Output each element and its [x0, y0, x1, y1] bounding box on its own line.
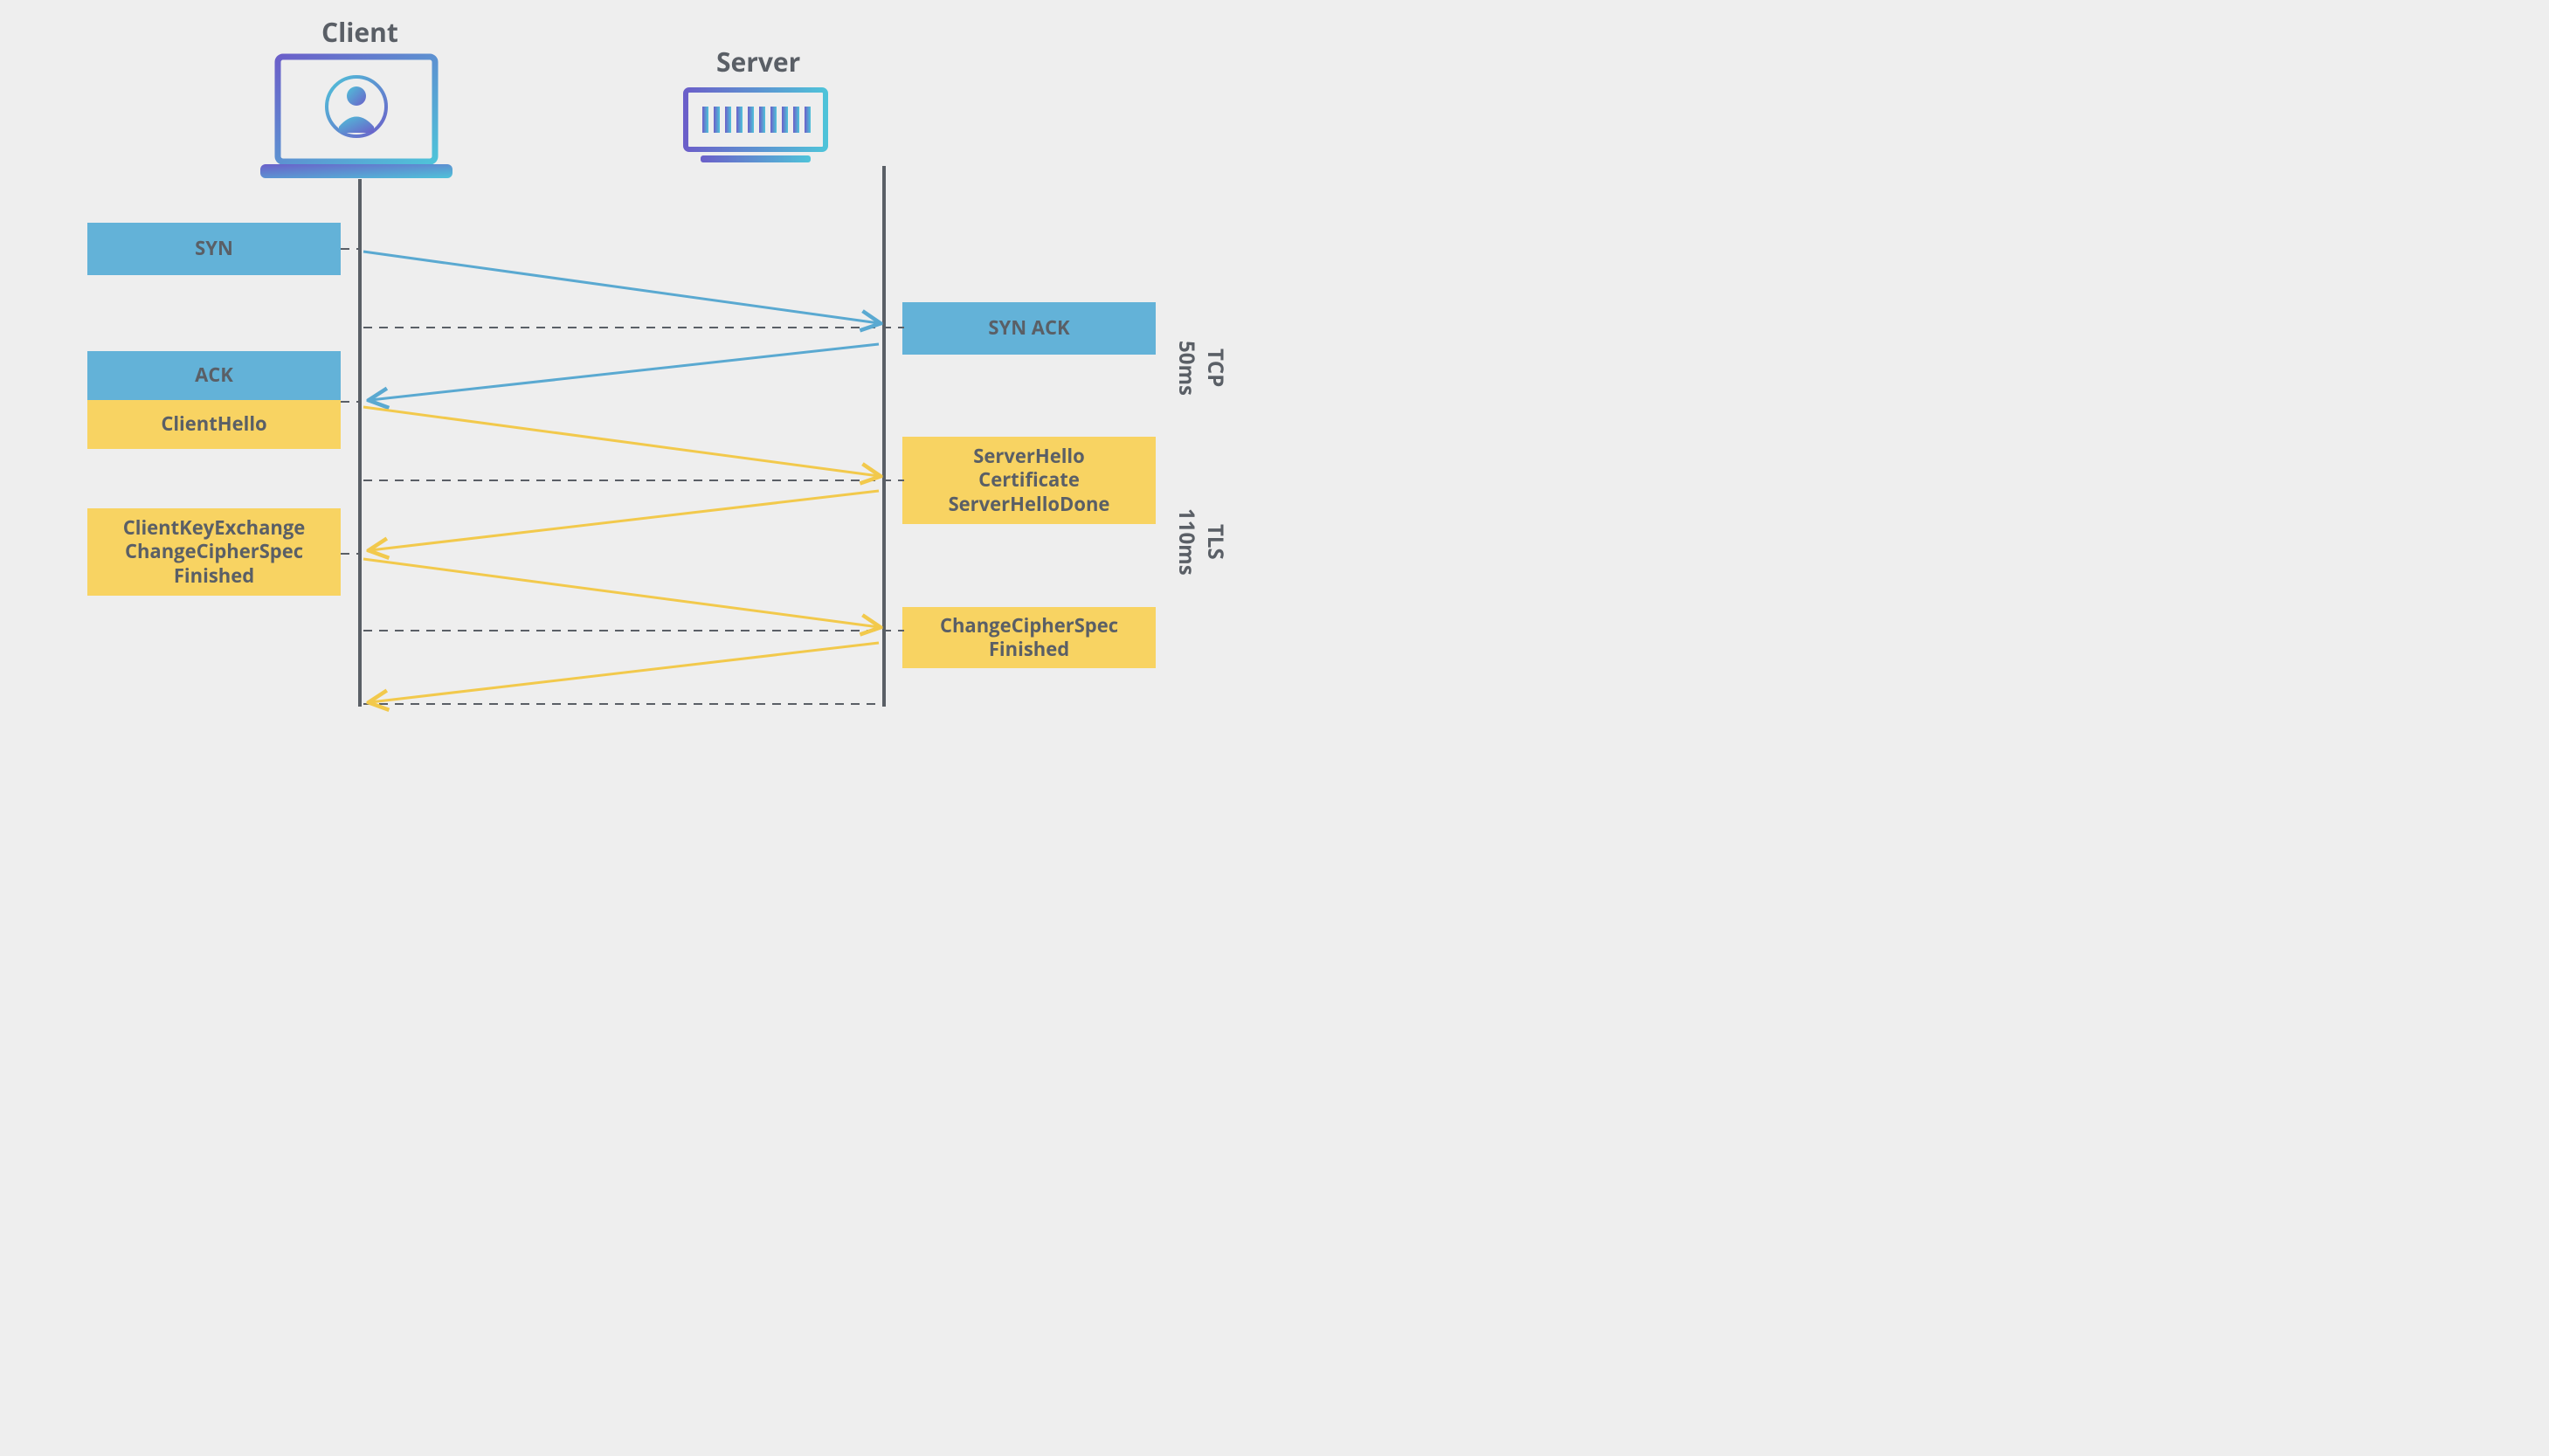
ccs-line1: ChangeCipherSpec	[940, 614, 1118, 638]
msg-serverhello: ServerHello Certificate ServerHelloDone	[902, 437, 1156, 524]
ccs-line2: Finished	[989, 638, 1069, 662]
client-title: Client	[321, 14, 398, 50]
ckx-line3: Finished	[174, 564, 254, 589]
ckx-line2: ChangeCipherSpec	[125, 540, 303, 564]
sh-line3: ServerHelloDone	[949, 493, 1110, 517]
tls-time: 110ms	[1172, 508, 1201, 576]
server-icon	[681, 86, 830, 169]
tls-name: TLS	[1201, 524, 1230, 560]
phase-tls: TLS 110ms	[1172, 508, 1230, 576]
tcp-time: 50ms	[1172, 341, 1201, 396]
ckx-line1: ClientKeyExchange	[123, 516, 306, 541]
tcp-name: TCP	[1201, 348, 1230, 387]
msg-synack: SYN ACK	[902, 302, 1156, 355]
msg-clientkeyexchange: ClientKeyExchange ChangeCipherSpec Finis…	[87, 508, 341, 596]
server-title: Server	[716, 44, 800, 79]
msg-clienthello: ClientHello	[87, 400, 341, 449]
msg-syn: SYN	[87, 223, 341, 275]
client-lifeline	[358, 179, 362, 707]
client-laptop-icon	[252, 52, 461, 183]
msg-ack: ACK	[87, 351, 341, 400]
phase-tcp: TCP 50ms	[1172, 341, 1230, 396]
sh-line1: ServerHello	[973, 445, 1085, 469]
sh-line2: Certificate	[978, 468, 1080, 493]
server-lifeline	[882, 166, 886, 707]
msg-changecipherspec: ChangeCipherSpec Finished	[902, 607, 1156, 668]
